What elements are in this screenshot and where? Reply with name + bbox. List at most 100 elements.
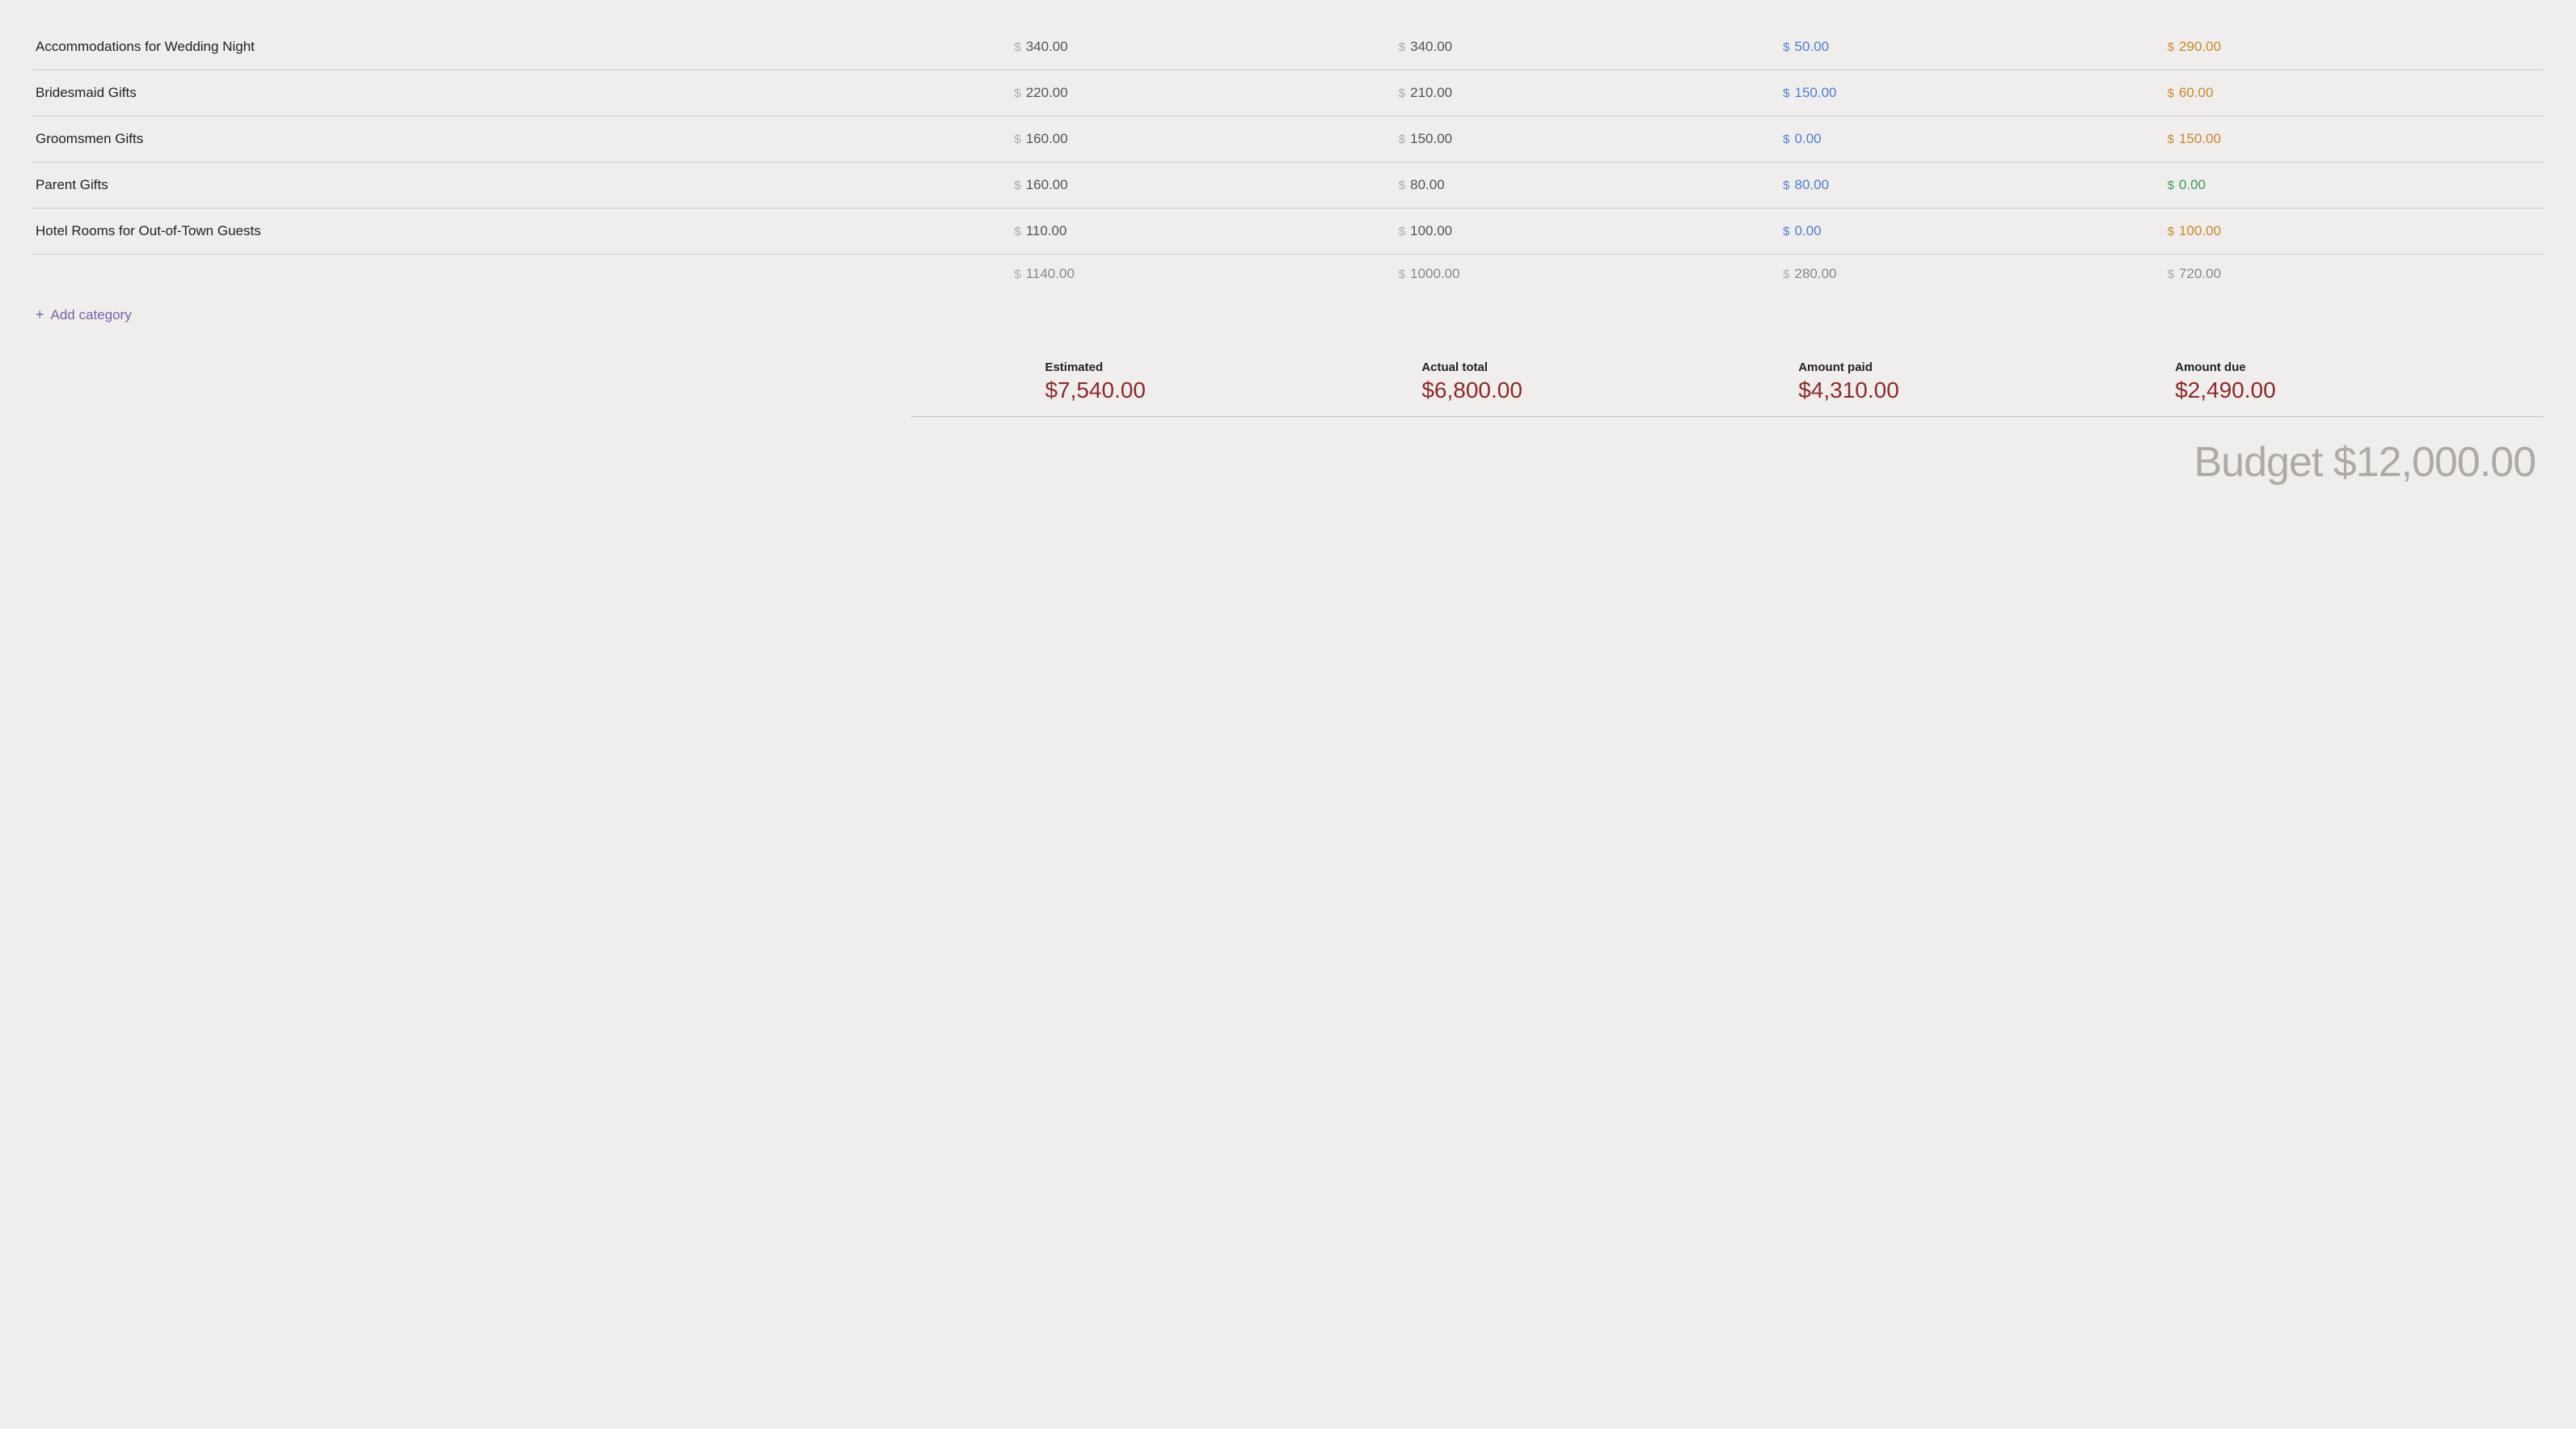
item-estimated: $ 220.00 [1006,70,1390,116]
item-actual: $ 80.00 [1391,162,1775,209]
dollar-icon: $ [2168,179,2174,192]
subtotal-paid: $ 280.00 [1775,255,2159,294]
subtotals-row: $ 1140.00 $ 1000.00 $ 280.00 $ 720.00 [32,255,2544,294]
item-name: Hotel Rooms for Out-of-Town Guests [32,209,1006,255]
budget-table: Accommodations for Wedding Night $ 340.0… [32,24,2544,336]
dollar-icon: $ [1014,86,1020,100]
due-value: 0.00 [2179,177,2206,193]
summary-section: Estimated $7,540.00 Actual total $6,800.… [32,352,2544,487]
estimated-total: $7,540.00 [1045,377,1405,403]
estimated-value: 110.00 [1026,223,1067,239]
budget-total: Budget $12,000.00 [2194,439,2536,486]
item-estimated: $ 160.00 [1006,116,1390,162]
table-row: Accommodations for Wedding Night $ 340.0… [32,24,2544,70]
dollar-icon: $ [2168,268,2174,281]
due-value: 290.00 [2179,39,2221,55]
item-name: Groomsmen Gifts [32,116,1006,162]
dollar-icon: $ [1399,133,1405,146]
add-category-button[interactable]: + Add category [36,306,132,323]
item-name: Bridesmaid Gifts [32,70,1006,116]
item-actual: $ 150.00 [1391,116,1775,162]
item-paid: $ 150.00 [1775,70,2159,116]
summary-col-due: Amount due $2,490.00 [2167,360,2544,403]
dollar-icon: $ [2168,225,2174,238]
paid-total: $4,310.00 [1798,377,2159,403]
subtotals-spacer [32,255,1006,294]
dollar-icon: $ [1014,268,1020,281]
estimated-value: 340.00 [1026,39,1068,55]
add-category-label: Add category [51,307,132,323]
estimated-value: 220.00 [1026,85,1068,101]
paid-value: 0.00 [1795,223,1822,239]
subtotal-paid-value: 280.00 [1795,266,1837,282]
dollar-icon: $ [1014,225,1020,238]
dollar-icon: $ [1399,179,1405,192]
due-value: 100.00 [2179,223,2221,239]
item-actual: $ 210.00 [1391,70,1775,116]
actual-label: Actual total [1421,360,1782,374]
actual-value: 150.00 [1410,131,1452,147]
paid-value: 80.00 [1795,177,1830,193]
due-label: Amount due [2175,360,2536,374]
dollar-icon: $ [1014,40,1020,54]
item-due: $ 100.00 [2160,209,2544,255]
item-actual: $ 100.00 [1391,209,1775,255]
item-due: $ 60.00 [2160,70,2544,116]
item-paid: $ 0.00 [1775,116,2159,162]
dollar-icon: $ [2168,133,2174,146]
dollar-icon: $ [1399,86,1405,100]
item-due: $ 290.00 [2160,24,2544,70]
dollar-icon: $ [1783,86,1789,100]
dollar-icon: $ [1783,133,1789,146]
dollar-icon: $ [1783,225,1789,238]
paid-value: 50.00 [1795,39,1830,55]
actual-value: 340.00 [1410,39,1452,55]
subtotal-actual: $ 1000.00 [1391,255,1775,294]
summary-col-estimated: Estimated $7,540.00 [1037,360,1413,403]
add-category-cell: + Add category [32,293,2544,336]
item-estimated: $ 340.00 [1006,24,1390,70]
due-total: $2,490.00 [2175,377,2536,403]
dollar-icon: $ [1399,40,1405,54]
subtotal-due: $ 720.00 [2160,255,2544,294]
estimated-label: Estimated [1045,360,1405,374]
actual-value: 80.00 [1410,177,1445,193]
table-row: Parent Gifts $ 160.00 $ 80.00 $ 80.00 [32,162,2544,209]
add-category-row: + Add category [32,293,2544,336]
budget-display: Budget $12,000.00 [32,430,2544,487]
dollar-icon: $ [2168,86,2174,100]
item-estimated: $ 110.00 [1006,209,1390,255]
dollar-icon: $ [1783,179,1789,192]
dollar-icon: $ [2168,40,2174,54]
item-actual: $ 340.00 [1391,24,1775,70]
dollar-icon: $ [1014,179,1020,192]
actual-value: 210.00 [1410,85,1452,101]
due-value: 150.00 [2179,131,2221,147]
dollar-icon: $ [1783,268,1789,281]
item-due: $ 0.00 [2160,162,2544,209]
summary-col-actual: Actual total $6,800.00 [1413,360,1790,403]
due-value: 60.00 [2179,85,2214,101]
item-paid: $ 0.00 [1775,209,2159,255]
estimated-value: 160.00 [1026,131,1068,147]
actual-total: $6,800.00 [1421,377,1782,403]
actual-value: 100.00 [1410,223,1452,239]
table-row: Groomsmen Gifts $ 160.00 $ 150.00 $ 0.00 [32,116,2544,162]
dollar-icon: $ [1783,40,1789,54]
subtotal-due-value: 720.00 [2179,266,2221,282]
subtotal-actual-value: 1000.00 [1410,266,1459,282]
dollar-icon: $ [1014,133,1020,146]
dollar-icon: $ [1399,268,1405,281]
paid-value: 150.00 [1795,85,1837,101]
item-paid: $ 50.00 [1775,24,2159,70]
item-estimated: $ 160.00 [1006,162,1390,209]
item-name: Parent Gifts [32,162,1006,209]
table-row: Hotel Rooms for Out-of-Town Guests $ 110… [32,209,2544,255]
plus-icon: + [36,306,44,323]
subtotal-estimated-value: 1140.00 [1026,266,1075,282]
dollar-icon: $ [1399,225,1405,238]
summary-divider [911,416,2544,417]
item-paid: $ 80.00 [1775,162,2159,209]
summary-columns: Estimated $7,540.00 Actual total $6,800.… [32,360,2544,403]
item-name: Accommodations for Wedding Night [32,24,1006,70]
